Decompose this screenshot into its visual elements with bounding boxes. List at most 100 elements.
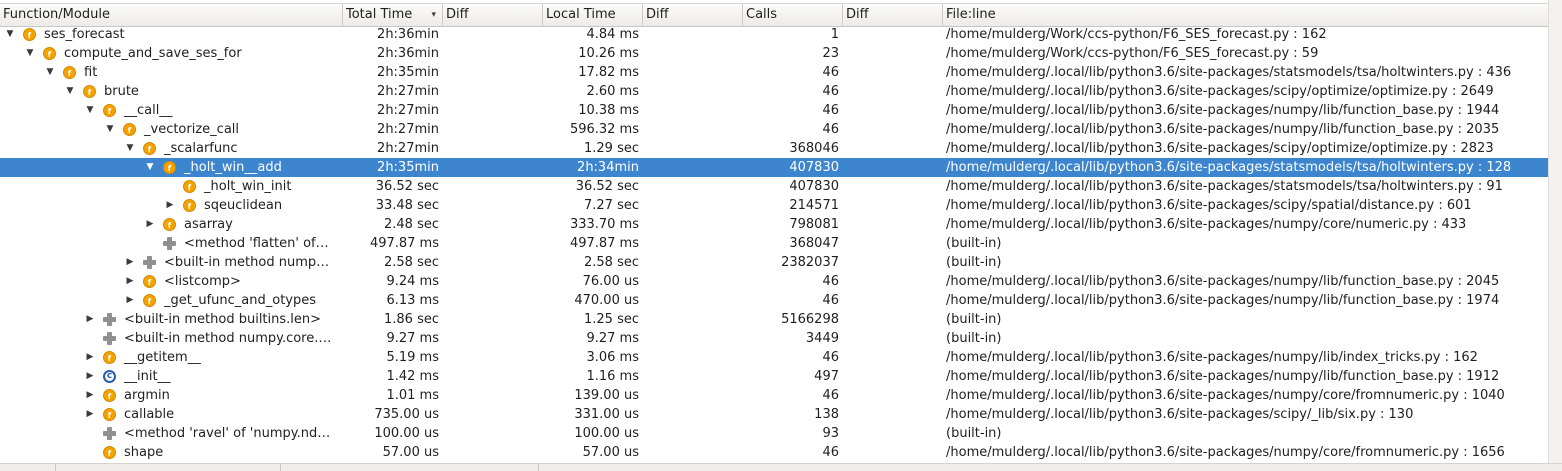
collapse-arrow-icon[interactable]: ▶ — [124, 291, 136, 310]
file-line-cell: (built-in) — [946, 331, 1002, 346]
header-file-line[interactable]: File:line — [943, 4, 1548, 26]
file-line-cell: (built-in) — [946, 255, 1002, 270]
collapse-arrow-icon[interactable]: ▶ — [84, 386, 96, 405]
tree-row[interactable]: ▼ f _holt_win__add 2h:35min 2h:34min 407830/h… — [0, 158, 1548, 177]
tree-row[interactable]: ▼ f _vectorize_call 2h:27min 596.32 ms 46/hom… — [0, 120, 1548, 139]
local-time-cell: 100.00 us — [574, 426, 639, 441]
function-icon: f — [143, 294, 156, 307]
expand-arrow-icon[interactable]: ▼ — [144, 158, 156, 177]
total-time-cell: 2h:35min — [377, 65, 439, 80]
builtin-icon — [103, 332, 116, 345]
function-name-label: _holt_win__add — [184, 160, 282, 175]
header-local-time[interactable]: Local Time — [543, 4, 643, 26]
tree-row[interactable]: <method 'flatten' of… 497.87 ms 497.87 ms 3… — [0, 234, 1548, 253]
function-name-cell: <built-in method numpy.core.… — [0, 329, 343, 348]
total-time-cell: 2h:27min — [377, 103, 439, 118]
tree-row[interactable]: ▶ f __getitem__ 5.19 ms 3.06 ms 46/home/mulde… — [0, 348, 1548, 367]
function-name-label: __getitem__ — [124, 350, 201, 365]
header-calls[interactable]: Calls — [743, 4, 843, 26]
tree-row[interactable]: f _holt_win_init 36.52 sec 36.52 sec 407830 /… — [0, 177, 1548, 196]
collapse-arrow-icon[interactable]: ▶ — [84, 367, 96, 386]
expand-arrow-icon[interactable]: ▼ — [44, 63, 56, 82]
local-time-cell: 470.00 us — [574, 293, 639, 308]
total-time-cell: 9.27 ms — [386, 331, 439, 346]
local-time-cell: 2.58 sec — [584, 255, 639, 270]
tree-row[interactable]: ▼ f ses_forecast 2h:36min 4.84 ms 1/home/muld… — [0, 25, 1548, 44]
collapse-arrow-icon[interactable]: ▶ — [84, 310, 96, 329]
tree-row[interactable]: ▼ f compute_and_save_ses_for 2h:36min 10.26 … — [0, 44, 1548, 63]
file-line-cell: (built-in) — [946, 426, 1002, 441]
file-line-cell: /home/mulderg/.local/lib/python3.6/site-… — [946, 65, 1512, 80]
tree-row[interactable]: ▶ <built-in method builtins.len> 1.86 sec 1… — [0, 310, 1548, 329]
calls-cell: 46 — [822, 103, 839, 118]
calls-cell: 23 — [822, 46, 839, 61]
total-time-cell: 497.87 ms — [369, 236, 439, 251]
collapse-arrow-icon[interactable]: ▶ — [144, 215, 156, 234]
tree-row[interactable]: <built-in method numpy.core.… 9.27 ms 9.27… — [0, 329, 1548, 348]
function-icon: f — [163, 218, 176, 231]
tree-row[interactable]: <method 'ravel' of 'numpy.nd… 100.00 us 10… — [0, 424, 1548, 443]
tree-row[interactable]: ▶ f sqeuclidean 33.48 sec 7.27 sec 214571/hom… — [0, 196, 1548, 215]
tree-row[interactable]: ▼ f brute 2h:27min 2.60 ms 46/home/mulderg/.l… — [0, 82, 1548, 101]
local-time-cell: 497.87 ms — [569, 236, 639, 251]
function-name-label: shape — [124, 445, 164, 460]
header-file-line-label: File:line — [946, 7, 996, 22]
local-time-cell: 333.70 ms — [569, 217, 639, 232]
expand-arrow-icon[interactable]: ▼ — [84, 101, 96, 120]
function-icon: f — [183, 180, 196, 193]
collapse-arrow-icon[interactable]: ▶ — [124, 272, 136, 291]
total-time-cell: 2h:35min — [377, 160, 439, 175]
total-time-cell: 2h:27min — [377, 84, 439, 99]
tree-row[interactable]: ▼ f _scalarfunc 2h:27min 1.29 sec 368046/home… — [0, 139, 1548, 158]
local-time-cell: 4.84 ms — [586, 27, 639, 42]
function-icon: f — [143, 275, 156, 288]
function-name-label: _get_ufunc_and_otypes — [164, 293, 317, 308]
expand-arrow-icon[interactable]: ▼ — [104, 120, 116, 139]
total-time-cell: 1.86 sec — [384, 312, 439, 327]
header-diff-total[interactable]: Diff — [443, 4, 543, 26]
function-name-label: __init__ — [124, 369, 171, 384]
calls-cell: 407830 — [789, 179, 839, 194]
expand-arrow-icon[interactable]: ▼ — [124, 139, 136, 158]
collapse-arrow-icon[interactable]: ▶ — [124, 253, 136, 272]
function-name-cell: ▼ f _holt_win__add — [0, 158, 343, 177]
header-diff-local[interactable]: Diff — [643, 4, 743, 26]
header-diff-calls[interactable]: Diff — [843, 4, 943, 26]
header-function-module[interactable]: Function/Module — [0, 4, 343, 26]
collapse-arrow-icon[interactable]: ▶ — [84, 405, 96, 424]
collapse-arrow-icon[interactable]: ▶ — [84, 348, 96, 367]
tree-row[interactable]: ▶ <built-in method nump… 2.58 sec 2.58 sec 2… — [0, 253, 1548, 272]
function-name-label: <built-in method nump… — [164, 255, 330, 270]
class-icon: c — [103, 370, 116, 383]
tree-row[interactable]: ▶ f argmin 1.01 ms 139.00 us 46/home/mulderg/… — [0, 386, 1548, 405]
tree-row[interactable]: ▶ f asarray 2.48 sec 333.70 ms 798081/home/mu… — [0, 215, 1548, 234]
function-name-cell: ▼ f fit — [0, 63, 343, 82]
calls-cell: 46 — [822, 388, 839, 403]
tree-row[interactable]: ▶ f <listcomp> 9.24 ms 76.00 us 46/home/mulde… — [0, 272, 1548, 291]
header-total-time-label: Total Time — [346, 7, 413, 22]
header-total-time[interactable]: Total Time ▾ — [343, 4, 443, 26]
tree-row[interactable]: ▶ c __init__ 1.42 ms 1.16 ms 497/home/mulderg… — [0, 367, 1548, 386]
expand-arrow-icon[interactable]: ▼ — [64, 82, 76, 101]
vertical-scrollbar[interactable] — [1548, 0, 1562, 463]
file-line-cell: /home/mulderg/.local/lib/python3.6/site-… — [946, 160, 1512, 175]
profiler-tree-view[interactable]: Function/Module Total Time ▾ Diff Local T… — [0, 0, 1548, 463]
function-icon: f — [123, 123, 136, 136]
function-name-cell: ▶ f sqeuclidean — [0, 196, 343, 215]
tree-row[interactable]: ▼ f fit 2h:35min 17.82 ms 46/home/mulderg/.lo… — [0, 63, 1548, 82]
expand-arrow-icon[interactable]: ▼ — [24, 44, 36, 63]
local-time-cell: 2.60 ms — [586, 84, 639, 99]
function-name-label: callable — [124, 407, 175, 422]
function-name-label: asarray — [184, 217, 233, 232]
tree-row[interactable]: ▼ f __call__ 2h:27min 10.38 ms 46/home/mulder… — [0, 101, 1548, 120]
tree-row[interactable]: ▶ f callable 735.00 us 331.00 us 138/home/mul… — [0, 405, 1548, 424]
total-time-cell: 2h:27min — [377, 122, 439, 137]
function-name-cell: ▶ f __getitem__ — [0, 348, 343, 367]
expand-arrow-icon[interactable]: ▼ — [4, 25, 16, 44]
tree-row[interactable]: ▶ f _get_ufunc_and_otypes 6.13 ms 470.00 us 4… — [0, 291, 1548, 310]
tree-row[interactable]: f shape 57.00 us 57.00 us 46/home/mulderg/.l… — [0, 443, 1548, 462]
function-icon: f — [103, 389, 116, 402]
calls-cell: 2382037 — [781, 255, 839, 270]
collapse-arrow-icon[interactable]: ▶ — [164, 196, 176, 215]
local-time-cell: 139.00 us — [574, 388, 639, 403]
